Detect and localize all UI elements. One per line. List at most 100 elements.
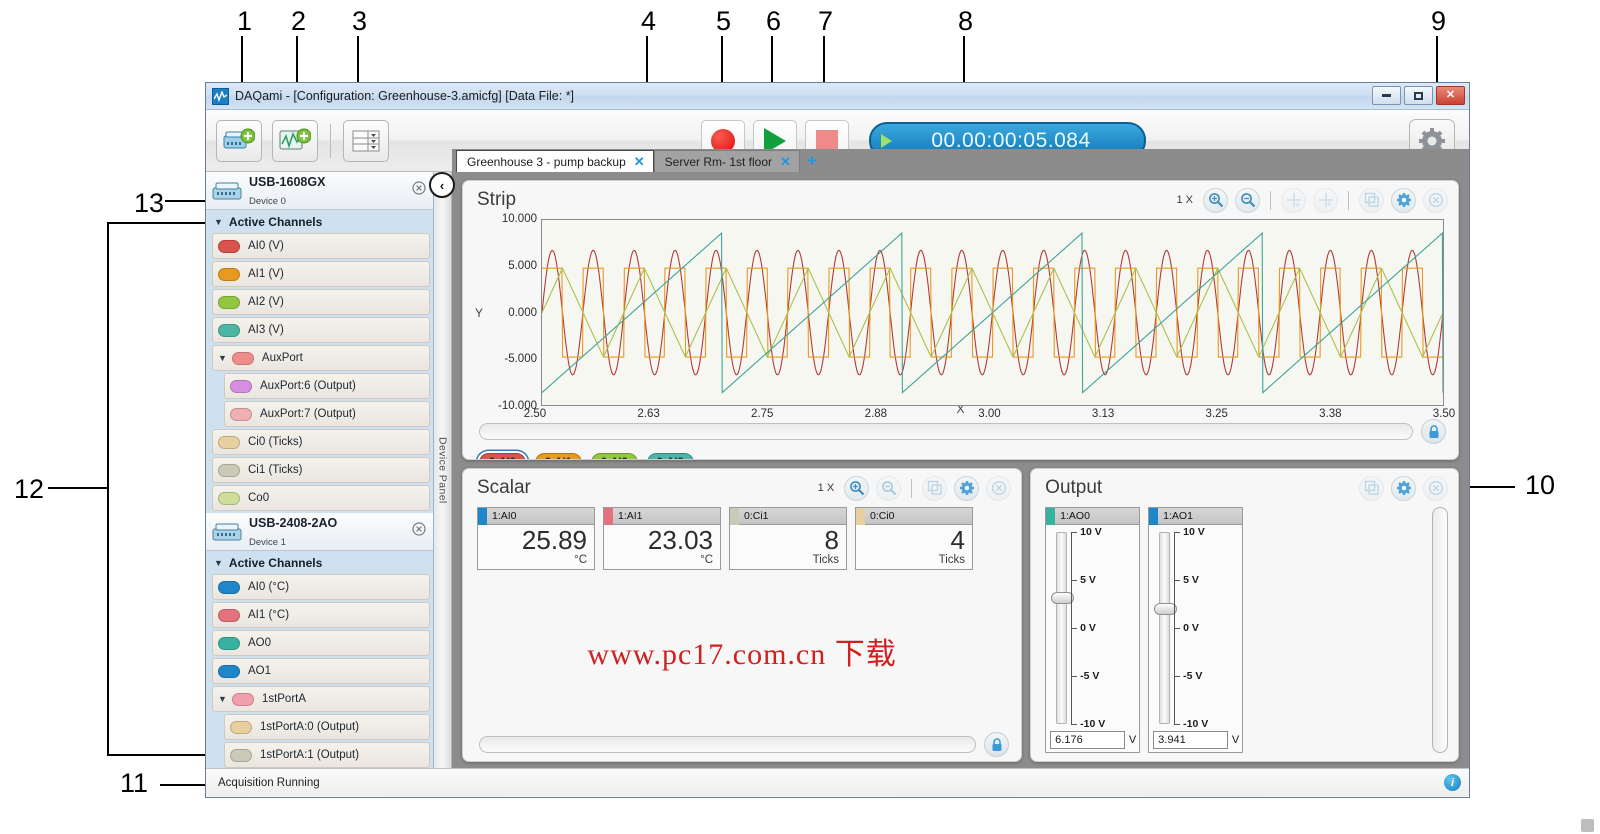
add-display-button[interactable] bbox=[272, 120, 318, 162]
channel-item[interactable]: ▼AuxPort bbox=[212, 345, 430, 371]
channel-label: AI0 (V) bbox=[248, 240, 284, 252]
channel-config-button[interactable] bbox=[343, 120, 389, 162]
gear-icon[interactable] bbox=[1391, 476, 1416, 501]
channel-color-swatch bbox=[218, 240, 240, 253]
cursor-b-icon[interactable]: b bbox=[1313, 188, 1338, 213]
scalar-panel-header: Scalar 1 X bbox=[463, 469, 1021, 507]
device-header-1[interactable]: USB-2408-2AODevice 1 bbox=[206, 513, 433, 551]
close-icon[interactable] bbox=[1423, 188, 1448, 213]
output-slider-track[interactable] bbox=[1056, 532, 1067, 724]
channel-item[interactable]: AI0 (°C) bbox=[212, 574, 430, 600]
strip-lock-button[interactable] bbox=[1421, 419, 1446, 444]
legend-pill[interactable]: 0:AI2 bbox=[591, 453, 638, 460]
device-panel-tab[interactable]: Device Panel bbox=[434, 172, 452, 768]
legend-pill[interactable]: 0:AI3 bbox=[647, 453, 694, 460]
add-device-button[interactable] bbox=[216, 120, 262, 162]
display-tab-1[interactable]: Server Rm- 1st floor✕ bbox=[654, 150, 800, 172]
channel-item[interactable]: AI2 (V) bbox=[212, 289, 430, 315]
channel-item[interactable]: Ci1 (Ticks) bbox=[212, 457, 430, 483]
scalar-tile-value: 23.03 bbox=[604, 525, 720, 554]
close-icon[interactable] bbox=[1423, 476, 1448, 501]
close-button[interactable]: ✕ bbox=[1436, 86, 1465, 105]
channel-item[interactable]: AO1 bbox=[212, 658, 430, 684]
duplicate-icon[interactable] bbox=[1359, 476, 1384, 501]
channel-label: AuxPort:7 (Output) bbox=[260, 408, 356, 420]
output-value-field[interactable]: 3.941 bbox=[1153, 731, 1228, 749]
tick-label: 10 V bbox=[1183, 526, 1205, 538]
scalar-tile-name: 0:Ci1 bbox=[744, 510, 769, 522]
callout-2: 2 bbox=[291, 8, 306, 35]
output-slider-area[interactable]: 10 V5 V0 V-5 V-10 V bbox=[1046, 525, 1139, 728]
scalar-tile[interactable]: 1:AI025.89°C bbox=[477, 507, 595, 570]
duplicate-icon[interactable] bbox=[922, 476, 947, 501]
strip-plot-area[interactable] bbox=[541, 219, 1444, 406]
scalar-lock-button[interactable] bbox=[984, 732, 1009, 757]
channel-label: Ci1 (Ticks) bbox=[248, 464, 303, 476]
output-display-panel: Output bbox=[1030, 468, 1459, 762]
scalar-scrollbar[interactable] bbox=[479, 736, 976, 753]
channel-item[interactable]: AuxPort:6 (Output) bbox=[224, 373, 430, 399]
collapse-device-panel-button[interactable]: ‹ bbox=[429, 172, 455, 198]
channel-item[interactable]: AI1 (V) bbox=[212, 261, 430, 287]
channel-item[interactable]: Co0 bbox=[212, 485, 430, 511]
remove-device-icon[interactable] bbox=[412, 181, 426, 195]
legend-pill[interactable]: 0:AI1 bbox=[535, 453, 582, 460]
scalar-tile[interactable]: 1:AI123.03°C bbox=[603, 507, 721, 570]
channel-item[interactable]: 1stPortA:1 (Output) bbox=[224, 742, 430, 768]
minimize-button[interactable] bbox=[1372, 86, 1401, 105]
channel-item[interactable]: AI1 (°C) bbox=[212, 602, 430, 628]
zoom-in-icon[interactable] bbox=[844, 476, 869, 501]
window-title: DAQami - [Configuration: Greenhouse-3.am… bbox=[235, 89, 574, 103]
output-scrollbar[interactable] bbox=[1432, 507, 1448, 753]
credit-watermark bbox=[1581, 819, 1594, 832]
channel-item[interactable]: 1stPortA:0 (Output) bbox=[224, 714, 430, 740]
gear-icon[interactable] bbox=[954, 476, 979, 501]
zoom-out-icon[interactable] bbox=[876, 476, 901, 501]
channel-item[interactable]: ▼1stPortA bbox=[212, 686, 430, 712]
tick-label: 0 V bbox=[1183, 622, 1199, 634]
tick-label: 0 V bbox=[1080, 622, 1096, 634]
channel-color-swatch bbox=[230, 408, 252, 421]
remove-device-icon[interactable] bbox=[412, 522, 426, 536]
output-slider-area[interactable]: 10 V5 V0 V-5 V-10 V bbox=[1149, 525, 1242, 728]
channel-label: AI2 (V) bbox=[248, 296, 284, 308]
channel-label: AI1 (°C) bbox=[248, 609, 289, 621]
close-icon[interactable] bbox=[986, 476, 1011, 501]
channel-item[interactable]: AO0 bbox=[212, 630, 430, 656]
legend-pill[interactable]: 0:AI0 bbox=[479, 453, 526, 460]
channel-item[interactable]: AI0 (V) bbox=[212, 233, 430, 259]
zoom-in-icon[interactable] bbox=[1203, 188, 1228, 213]
callout-4: 4 bbox=[641, 8, 656, 35]
strip-zoom-level: 1 X bbox=[1176, 194, 1193, 206]
cursor-a-icon[interactable]: a bbox=[1281, 188, 1306, 213]
svg-text:a: a bbox=[1296, 202, 1300, 208]
strip-scrollbar[interactable] bbox=[479, 423, 1413, 440]
close-tab-icon[interactable]: ✕ bbox=[634, 154, 645, 170]
scalar-tile[interactable]: 0:Ci04Ticks bbox=[855, 507, 973, 570]
output-unit-label: V bbox=[1129, 734, 1136, 746]
channel-item[interactable]: AuxPort:7 (Output) bbox=[224, 401, 430, 427]
duplicate-icon[interactable] bbox=[1359, 188, 1384, 213]
y-axis-labels: Y 10.0005.0000.000-5.000-10.000 bbox=[469, 219, 541, 406]
channel-item[interactable]: Ci0 (Ticks) bbox=[212, 429, 430, 455]
close-tab-icon[interactable]: ✕ bbox=[780, 154, 791, 170]
scalar-tile[interactable]: 0:Ci18Ticks bbox=[729, 507, 847, 570]
active-channels-header-1[interactable]: ▼Active Channels bbox=[206, 551, 433, 574]
display-tab-0[interactable]: Greenhouse 3 - pump backup✕ bbox=[456, 150, 654, 172]
channel-item[interactable]: AI3 (V) bbox=[212, 317, 430, 343]
gear-icon[interactable] bbox=[1391, 188, 1416, 213]
info-icon[interactable]: i bbox=[1444, 774, 1461, 791]
output-value-field[interactable]: 6.176 bbox=[1050, 731, 1125, 749]
active-channels-header-0[interactable]: ▼Active Channels bbox=[206, 210, 433, 233]
output-unit-label: V bbox=[1232, 734, 1239, 746]
tick-dash bbox=[1174, 724, 1180, 725]
channel-label: AuxPort:6 (Output) bbox=[260, 380, 356, 392]
tick-dash bbox=[1071, 532, 1077, 533]
tick-dash bbox=[1174, 628, 1180, 629]
maximize-button[interactable] bbox=[1404, 86, 1433, 105]
device-header-0[interactable]: USB-1608GXDevice 0 bbox=[206, 172, 433, 210]
scalar-tile-value: 8 bbox=[730, 525, 846, 554]
add-tab-button[interactable]: + bbox=[807, 151, 817, 171]
output-slider-track[interactable] bbox=[1159, 532, 1170, 724]
zoom-out-icon[interactable] bbox=[1235, 188, 1260, 213]
